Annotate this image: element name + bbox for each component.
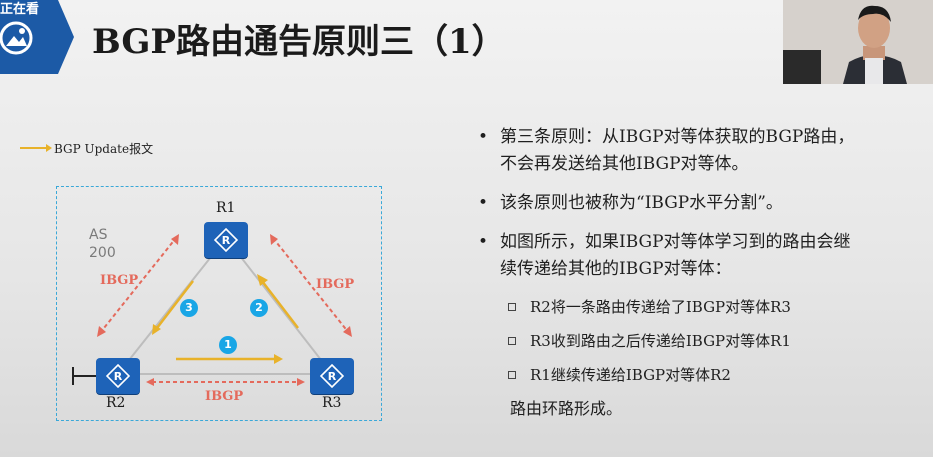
square-bullet-icon (508, 337, 516, 345)
step-1-badge: 1 (219, 336, 237, 354)
bullet-dot-icon: • (478, 127, 489, 147)
svg-text:R: R (328, 370, 337, 383)
router-r2[interactable]: R (96, 358, 140, 394)
bullet-list: • 第三条原则：从IBGP对等体获取的BGP路由， 不会再发送给其他IBGP对等… (478, 124, 918, 419)
sub-item: R2将一条路由传递给了IBGP对等体R3 (508, 297, 918, 317)
link-r1-r3 (225, 237, 333, 375)
router-icon: R (320, 364, 344, 388)
router-r1-label: R1 (216, 200, 236, 216)
ibgp-bottom-arrowhead-b (297, 378, 305, 386)
bullet-item: • 该条原则也被称为“IBGP水平分割”。 (478, 190, 918, 217)
router-icon: R (214, 228, 238, 252)
ibgp-right-arrowhead-a (270, 234, 278, 245)
router-icon: R (106, 364, 130, 388)
sub-item: R1继续传递给IBGP对等体R2 (508, 365, 918, 385)
svg-text:R: R (222, 234, 231, 247)
bullet-dot-icon: • (478, 193, 489, 213)
step-2-badge: 2 (250, 299, 268, 317)
conclusion-text: 路由环路形成。 (510, 399, 623, 418)
router-r3[interactable]: R (310, 358, 354, 394)
bullet-text: 不会再发送给其他IBGP对等体。 (500, 154, 749, 174)
router-r3-label: R3 (322, 395, 342, 411)
bullet-text: 如图所示，如果IBGP对等体学习到的路由会继 (500, 232, 851, 252)
sub-list: R2将一条路由传递给了IBGP对等体R3 R3收到路由之后传递给IBGP对等体R… (478, 297, 918, 419)
router-r1[interactable]: R (204, 222, 248, 258)
as-label-line1: AS (89, 227, 108, 243)
sub-item-text: R1继续传递给IBGP对等体R2 (530, 366, 731, 384)
ibgp-label-left: IBGP (100, 273, 139, 288)
svg-text:R: R (114, 370, 123, 383)
bullet-text: 第三条原则：从IBGP对等体获取的BGP路由， (500, 127, 855, 147)
square-bullet-icon (508, 303, 516, 311)
sub-item: R3收到路由之后传递给IBGP对等体R1 (508, 331, 918, 351)
router-r2-label: R2 (106, 395, 126, 411)
bullet-dot-icon: • (478, 232, 489, 252)
update-arrowhead-1 (274, 354, 283, 364)
sub-item-text: R2将一条路由传递给了IBGP对等体R3 (530, 298, 791, 316)
bullet-item: • 第三条原则：从IBGP对等体获取的BGP路由， 不会再发送给其他IBGP对等… (478, 124, 918, 178)
ibgp-label-bottom: IBGP (205, 389, 244, 404)
ibgp-label-right: IBGP (316, 277, 355, 292)
bullet-text: 续传递给其他的IBGP对等体： (500, 259, 732, 279)
square-bullet-icon (508, 371, 516, 379)
ibgp-bottom-arrowhead-a (146, 378, 154, 386)
as-label-line2: 200 (89, 245, 116, 261)
sub-item-text: R3收到路由之后传递给IBGP对等体R1 (530, 332, 791, 350)
as-label: AS 200 (89, 226, 116, 262)
bullet-item: • 如图所示，如果IBGP对等体学习到的路由会继 续传递给其他的IBGP对等体： (478, 229, 918, 283)
step-3-badge: 3 (180, 299, 198, 317)
bullet-text: 该条原则也被称为“IBGP水平分割”。 (500, 193, 783, 213)
link-r1-r2 (117, 237, 227, 375)
